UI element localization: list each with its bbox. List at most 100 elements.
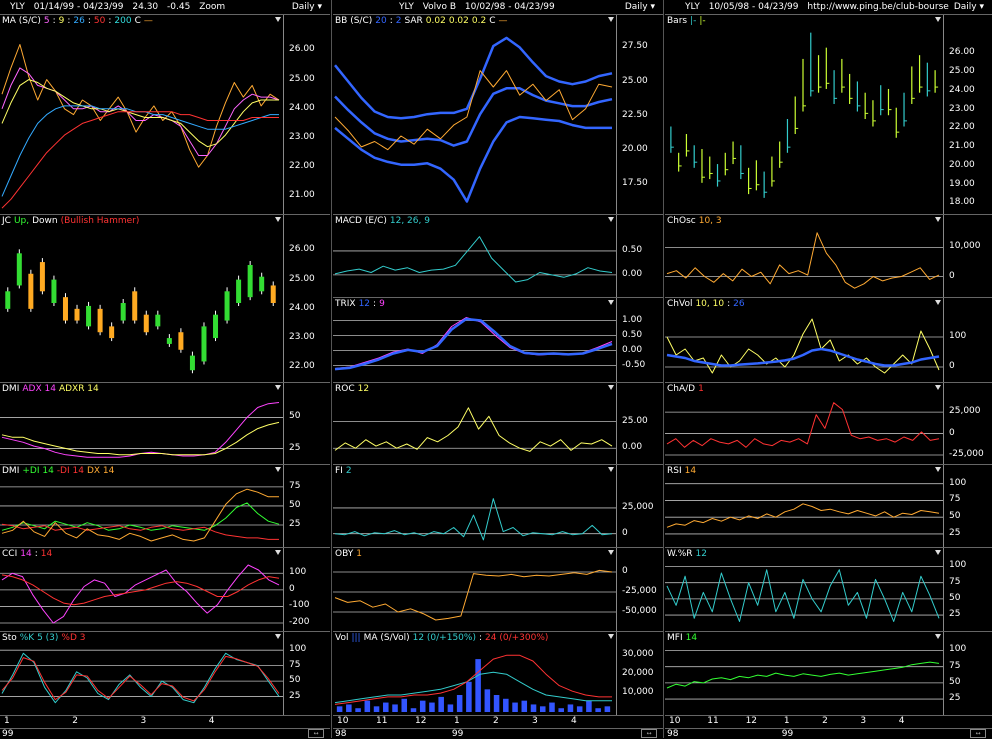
indicator-pane-ma[interactable]: MA (S/C) 5:9:26:50:200 C —26.00 25.00 24.00 23…	[0, 15, 330, 215]
volume-bar	[586, 700, 592, 712]
y-tick-label: 22.00	[949, 122, 975, 133]
pane-menu-icon[interactable]	[608, 385, 614, 390]
y-tick-label: 20.00	[949, 159, 975, 170]
indicator-pane-sto[interactable]: Sto %K 5 (3) %D 3 100 75 50 25	[0, 632, 330, 716]
legend-item: 20	[375, 16, 387, 26]
indicator-pane-bars[interactable]: Bars |- |- 26.00 25.00 24.00 23.00 22.00 21.00 20…	[665, 15, 992, 215]
column-header: YLY 10/05/98 - 04/23/99 http://www.ping.…	[665, 0, 992, 15]
legend-item: JC	[2, 216, 11, 226]
volume-bar	[419, 700, 426, 712]
legend-item: ChA/D	[667, 384, 696, 394]
indicator-pane-dmi2[interactable]: DMI +DI 14 -DI 14 DX 14 75 50 25	[0, 465, 330, 548]
series-line	[666, 347, 940, 367]
indicator-pane-chvol[interactable]: ChVol 10, 10:26 100 0	[665, 298, 992, 383]
pane-menu-icon[interactable]	[935, 550, 941, 555]
legend-item: Down	[32, 216, 58, 226]
y-tick-label: -200	[289, 617, 310, 628]
y-tick-label: 17.50	[622, 177, 648, 188]
pane-legend: DMI +DI 14 -DI 14 DX 14	[2, 466, 117, 476]
y-tick-label: 21.00	[949, 141, 975, 152]
x-tick-label: 3	[532, 716, 538, 726]
pane-menu-icon[interactable]	[275, 634, 281, 639]
plot-area-macd	[333, 236, 616, 283]
pane-menu-icon[interactable]	[275, 217, 281, 222]
legend-item: 1	[356, 549, 362, 559]
plot-area-rsi	[665, 483, 943, 535]
pane-menu-icon[interactable]	[608, 550, 614, 555]
pane-menu-icon[interactable]	[935, 385, 941, 390]
series-line	[334, 407, 613, 452]
date-range-label: 10/02/98 - 04/23/99	[464, 2, 555, 12]
indicator-pane-jc[interactable]: JC Up, Down (Bullish Hammer) 26.00 25.00 24.00…	[0, 215, 330, 383]
indicator-pane-rsi[interactable]: RSI 14 100 75 50 25	[665, 465, 992, 548]
pane-menu-icon[interactable]	[275, 550, 281, 555]
volume-bar	[346, 704, 352, 712]
scroll-arrows-icon[interactable]: ↔	[970, 729, 986, 738]
indicator-pane-oby[interactable]: OBY 1 0 -25,000 -50,000	[333, 548, 663, 632]
candle	[51, 279, 57, 303]
y-tick-label: 24.00	[289, 302, 315, 313]
legend-item: —	[498, 16, 508, 26]
indicator-pane-roc[interactable]: ROC 12 25.00 0.00	[333, 383, 663, 465]
indicator-pane-trix[interactable]: TRIX 12:9 1.00 0.50 0.00 -0.50	[333, 298, 663, 383]
legend-item: %D 3	[61, 633, 86, 643]
interval-dropdown[interactable]: Daily	[625, 0, 655, 14]
y-tick-label: 25	[949, 693, 961, 704]
y-tick-label: 50	[289, 411, 301, 422]
pane-legend: RSI 14	[667, 466, 699, 476]
indicator-pane-cci[interactable]: CCI 14:14 100 0 -100 -200	[0, 548, 330, 632]
indicator-pane-fi[interactable]: FI 2 25,000 0	[333, 465, 663, 548]
pane-menu-icon[interactable]	[275, 385, 281, 390]
date-range-label: 10/05/98 - 04/23/99	[708, 2, 799, 12]
pane-menu-icon[interactable]	[608, 634, 614, 639]
interval-dropdown[interactable]: Daily	[292, 0, 322, 14]
pane-menu-icon[interactable]	[935, 300, 941, 305]
legend-item: 0.02	[425, 16, 446, 26]
website-label: http://www.ping.be/club-bourse	[807, 2, 949, 12]
series-line	[666, 569, 940, 622]
y-tick-label: 25	[949, 609, 961, 620]
series-line	[334, 569, 613, 621]
pane-menu-icon[interactable]	[608, 17, 614, 22]
candle	[213, 314, 219, 339]
y-tick-label: 0	[289, 583, 295, 594]
series-line	[1, 523, 279, 540]
interval-dropdown[interactable]: Daily	[954, 0, 984, 14]
legend-item: 9	[58, 16, 65, 26]
scroll-arrows-icon[interactable]: ↔	[308, 729, 324, 738]
legend-item: :	[52, 16, 56, 26]
x-tick-label: 11	[376, 716, 388, 726]
indicator-pane-wr[interactable]: W.%R 12 100 75 50 25	[665, 548, 992, 632]
scroll-arrows-icon[interactable]: ↔	[641, 729, 657, 738]
indicator-pane-macd[interactable]: MACD (E/C) 12, 26, 9 0.50 0.00	[333, 215, 663, 298]
legend-item: 12	[695, 549, 707, 559]
chart-column-2: YLY Volvo B 10/02/98 - 04/23/99 Daily BB…	[333, 0, 663, 739]
plot-area-vol	[334, 654, 612, 712]
pane-menu-icon[interactable]	[935, 217, 941, 222]
pane-legend: Bars |- |-	[667, 16, 709, 26]
y-tick-label: 100	[949, 477, 967, 488]
pane-legend: ChVol 10, 10:26	[667, 299, 748, 309]
pane-menu-icon[interactable]	[608, 467, 614, 472]
indicator-pane-chosc[interactable]: ChOsc 10, 3 10,000 0	[665, 215, 992, 298]
zoom-label[interactable]: Zoom	[199, 2, 225, 12]
indicator-pane-chad[interactable]: ChA/D 1 25,000 0 -25,000	[665, 383, 992, 465]
pane-menu-icon[interactable]	[275, 17, 281, 22]
indicator-pane-mfi[interactable]: MFI 14 100 75 50 25	[665, 632, 992, 716]
plot-area-bars	[670, 32, 939, 198]
pane-menu-icon[interactable]	[935, 17, 941, 22]
y-tick-label: 20.00	[622, 143, 648, 154]
pane-menu-icon[interactable]	[275, 467, 281, 472]
indicator-pane-dmi1[interactable]: DMI ADX 14 ADXR 14 50 25	[0, 383, 330, 465]
pane-menu-icon[interactable]	[935, 467, 941, 472]
x-axis: 1 2 3 4	[0, 716, 330, 729]
x-tick-label: 1	[454, 716, 460, 726]
pane-menu-icon[interactable]	[608, 217, 614, 222]
candle	[236, 279, 242, 303]
pane-menu-icon[interactable]	[935, 634, 941, 639]
indicator-pane-vol[interactable]: Vol ||| MA (S/Vol) 12 (0/+150%):24 (0/+300%…	[333, 632, 663, 716]
pane-menu-icon[interactable]	[608, 300, 614, 305]
legend-item: 12, 26, 9	[389, 216, 430, 226]
indicator-pane-bb[interactable]: BB (S/C) 20:2 SAR 0.02 0.02 0.2 C —27.50 25.00 22…	[333, 15, 663, 215]
volume-bar	[512, 702, 518, 712]
